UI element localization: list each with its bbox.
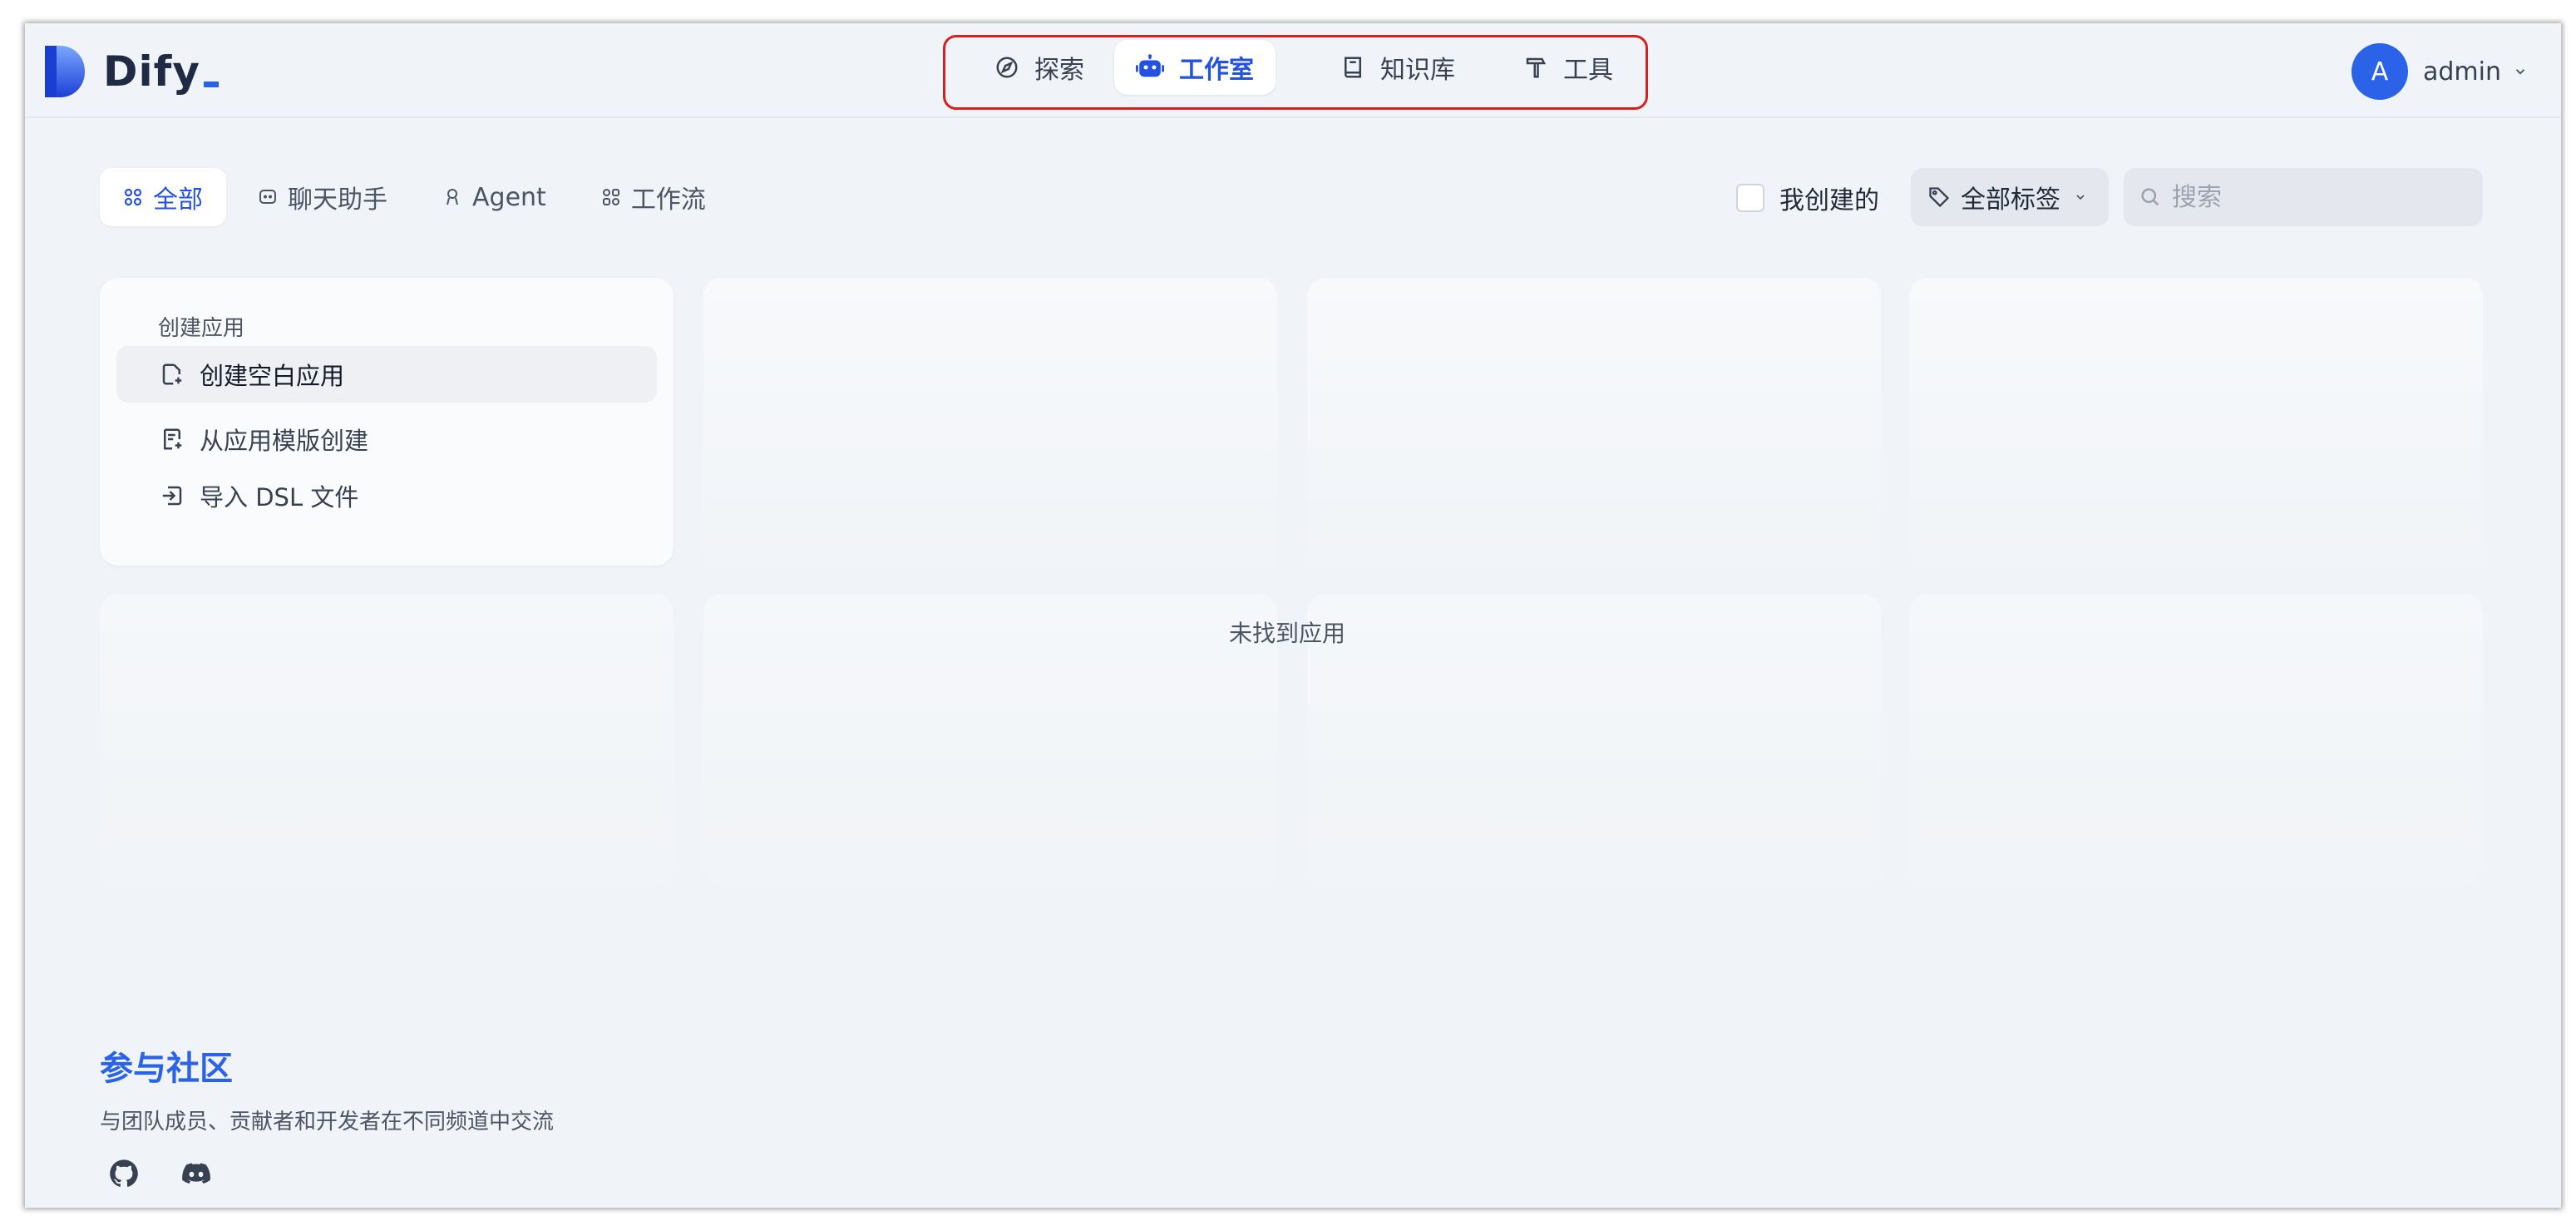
tag-icon xyxy=(1929,187,1950,208)
grid-icon xyxy=(124,188,142,206)
github-icon xyxy=(110,1159,138,1187)
placeholder-card xyxy=(100,594,674,882)
placeholder-card xyxy=(1909,278,2483,566)
created-by-me-filter[interactable]: 我创建的 xyxy=(1736,180,1879,216)
nav-explore[interactable]: 探索 xyxy=(973,40,1106,95)
nav-knowledge[interactable]: 知识库 xyxy=(1319,40,1477,95)
filter-tab-agent-label: Agent xyxy=(472,182,546,212)
placeholder-card xyxy=(1909,594,2483,882)
workflow-icon xyxy=(602,189,619,205)
hammer-icon xyxy=(1526,57,1547,78)
community-title: 参与社区 xyxy=(100,1050,233,1088)
created-by-me-label: 我创建的 xyxy=(1779,186,1879,215)
book-icon xyxy=(1345,57,1361,78)
community-section: 参与社区 与团队成员、贡献者和开发者在不同频道中交流 xyxy=(100,1041,554,1135)
filter-tab-chat[interactable]: 聊天助手 xyxy=(234,168,411,226)
github-link[interactable] xyxy=(108,1158,140,1193)
import-dsl-label: 导入 DSL 文件 xyxy=(200,483,359,512)
community-subtitle: 与团队成员、贡献者和开发者在不同频道中交流 xyxy=(100,1110,555,1134)
nav-tools-label: 工具 xyxy=(1563,56,1613,85)
dify-logo-icon xyxy=(45,46,85,97)
import-icon xyxy=(162,486,182,506)
filter-tab-workflow-label: 工作流 xyxy=(630,185,706,215)
template-icon xyxy=(164,428,182,450)
logo-dot xyxy=(204,81,219,87)
filter-tab-all-label: 全部 xyxy=(153,185,203,215)
logo-text: Dify xyxy=(103,47,200,96)
app-window: Dify 探索 工作室 知识库 工具 A admin 全部 聊天助手 Agent… xyxy=(25,23,2561,1208)
create-app-card: 创建应用 创建空白应用 从应用模版创建 导入 DSL 文件 xyxy=(100,278,674,566)
filter-tab-workflow[interactable]: 工作流 xyxy=(578,168,729,226)
discord-icon xyxy=(182,1163,210,1184)
search-input[interactable] xyxy=(2170,181,2470,213)
import-dsl-button[interactable]: 导入 DSL 文件 xyxy=(116,467,657,524)
empty-state-text: 未找到应用 xyxy=(1229,620,1346,647)
filter-tab-chat-label: 聊天助手 xyxy=(288,185,387,215)
search-box[interactable] xyxy=(2124,168,2483,226)
filter-tab-all[interactable]: 全部 xyxy=(100,168,226,226)
discord-link[interactable] xyxy=(180,1158,213,1193)
search-icon xyxy=(2141,188,2159,206)
chevron-down-icon xyxy=(2515,69,2525,75)
placeholder-card xyxy=(703,278,1277,566)
chevron-down-icon xyxy=(2076,195,2085,200)
nav-studio-label: 工作室 xyxy=(1179,56,1254,85)
tag-filter-label: 全部标签 xyxy=(1961,185,2060,215)
top-bar: Dify 探索 工作室 知识库 工具 A admin xyxy=(25,23,2561,118)
chat-bubble-icon xyxy=(259,190,276,204)
robot-icon xyxy=(1136,54,1164,77)
create-from-template-label: 从应用模版创建 xyxy=(200,427,369,455)
nav-explore-label: 探索 xyxy=(1034,56,1084,85)
nav-knowledge-label: 知识库 xyxy=(1380,56,1455,85)
placeholder-card xyxy=(703,594,1277,882)
nav-studio[interactable]: 工作室 xyxy=(1114,40,1276,95)
agent-icon xyxy=(447,189,458,205)
filter-tab-agent[interactable]: Agent xyxy=(419,168,570,226)
user-name: admin xyxy=(2423,57,2501,87)
dify-logo[interactable]: Dify xyxy=(45,45,219,98)
create-blank-app-label: 创建空白应用 xyxy=(200,362,345,390)
placeholder-card xyxy=(1307,594,1881,882)
community-links xyxy=(108,1158,253,1193)
user-menu[interactable]: A admin xyxy=(2351,43,2528,100)
avatar[interactable]: A xyxy=(2351,43,2408,100)
compass-icon xyxy=(996,57,1018,78)
create-app-title: 创建应用 xyxy=(158,316,245,341)
create-blank-app-button[interactable]: 创建空白应用 xyxy=(116,346,657,403)
new-file-icon xyxy=(162,363,182,385)
app-type-filter: 全部 聊天助手 Agent 工作流 xyxy=(100,168,738,226)
tag-filter-select[interactable]: 全部标签 xyxy=(1911,168,2109,226)
create-from-template-button[interactable]: 从应用模版创建 xyxy=(116,411,657,467)
placeholder-card xyxy=(1307,278,1881,566)
created-by-me-checkbox[interactable] xyxy=(1736,184,1764,212)
nav-tools[interactable]: 工具 xyxy=(1502,40,1635,95)
